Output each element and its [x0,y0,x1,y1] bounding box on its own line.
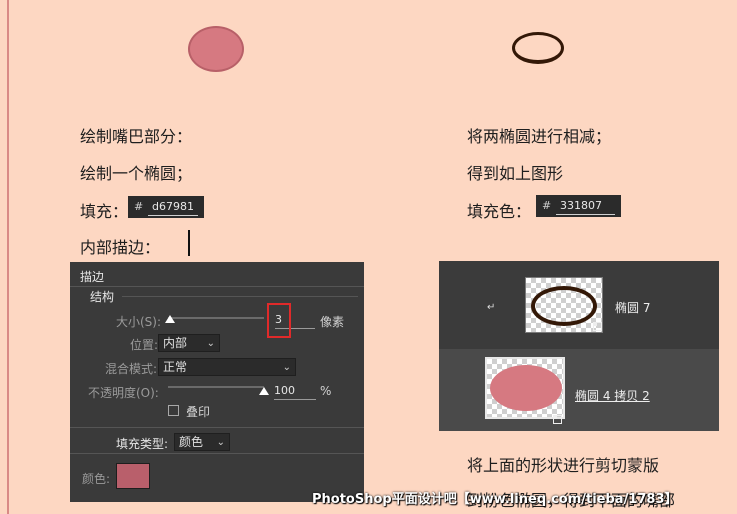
fill-color-hex-field[interactable]: # 331807 [536,195,621,217]
opacity-slider-thumb[interactable] [259,387,269,395]
stroke-panel: 描边 结构 大小(S): 3 像素 位置: 内部 ⌄ 混合模式: 正常 ⌄ 不透… [70,262,364,502]
text-cursor [188,230,190,256]
pink-preview [490,365,562,411]
chevron-down-icon: ⌄ [216,437,225,448]
blend-mode-label: 混合模式: [105,362,158,376]
fill-hex-value: d67981 [148,198,198,216]
divider [70,286,364,287]
chevron-down-icon: ⌄ [282,362,291,373]
hash-symbol: # [134,200,144,213]
opacity-slider-track[interactable] [168,386,264,388]
divider [70,453,364,454]
layers-panel: ↵ 椭圆 7 椭圆 4 拷贝 2 [439,261,719,431]
result-text: 得到如上图形 [467,164,564,183]
ring-preview [531,286,597,326]
position-label: 位置: [130,338,159,352]
clip-mask-text: 将上面的形状进行剪切蒙版 [467,456,660,475]
blend-mode-value: 正常 [163,360,188,374]
color-label: 颜色: [82,472,111,486]
size-slider-track[interactable] [168,317,264,319]
fill-type-value: 颜色 [179,435,204,449]
shape-layer-icon [593,322,602,331]
overprint-checkbox[interactable] [168,405,179,416]
opacity-label: 不透明度(O): [88,386,159,400]
layer-thumbnail-ring[interactable] [525,277,603,333]
shape-layer-icon [553,415,562,424]
step-title: 绘制嘴巴部分： [80,127,193,146]
fill-label: 填充： [80,202,129,221]
opacity-unit: % [320,384,332,398]
fill-hex-field[interactable]: # d67981 [128,196,204,218]
size-unit: 像素 [320,315,345,329]
highlight-box [267,303,291,338]
divider [122,296,358,297]
hash-symbol: # [542,199,552,212]
fill-color-hex-value: 331807 [556,197,615,215]
subtract-step: 将两椭圆进行相减； [467,127,612,146]
clip-arrow-icon: ↵ [487,302,496,313]
opacity-value: 100 [274,384,295,397]
size-slider-thumb[interactable] [165,315,175,323]
overprint-label: 叠印 [186,405,211,419]
fill-type-label: 填充类型: [116,437,169,451]
layer-row-selected[interactable]: 椭圆 4 拷贝 2 [439,349,719,431]
stroke-label: 内部描边： [80,238,161,257]
position-value: 内部 [163,336,188,350]
layer-name[interactable]: 椭圆 4 拷贝 2 [575,387,650,404]
size-label: 大小(S): [116,315,162,329]
panel-title: 描边 [80,270,105,284]
brown-ring-shape [512,32,564,64]
fill-color-label: 填充色： [467,202,532,221]
chevron-down-icon: ⌄ [206,338,215,349]
divider [70,427,364,428]
watermark: PhotoShop平面设计吧【www.lineq.com/tieba/1783】 [312,492,678,507]
layer-name[interactable]: 椭圆 7 [615,299,650,316]
blend-mode-select[interactable]: 正常 ⌄ [158,358,296,376]
step-ellipse: 绘制一个椭圆； [80,164,193,183]
position-select[interactable]: 内部 ⌄ [158,334,220,352]
left-border-line [7,0,9,514]
layer-thumbnail-pink[interactable] [485,357,565,419]
fill-type-select[interactable]: 颜色 ⌄ [174,433,230,451]
pink-ellipse-shape [188,26,244,72]
stroke-color-swatch[interactable] [116,463,150,489]
opacity-input[interactable]: 100 [274,383,316,400]
section-title: 结构 [90,290,115,304]
